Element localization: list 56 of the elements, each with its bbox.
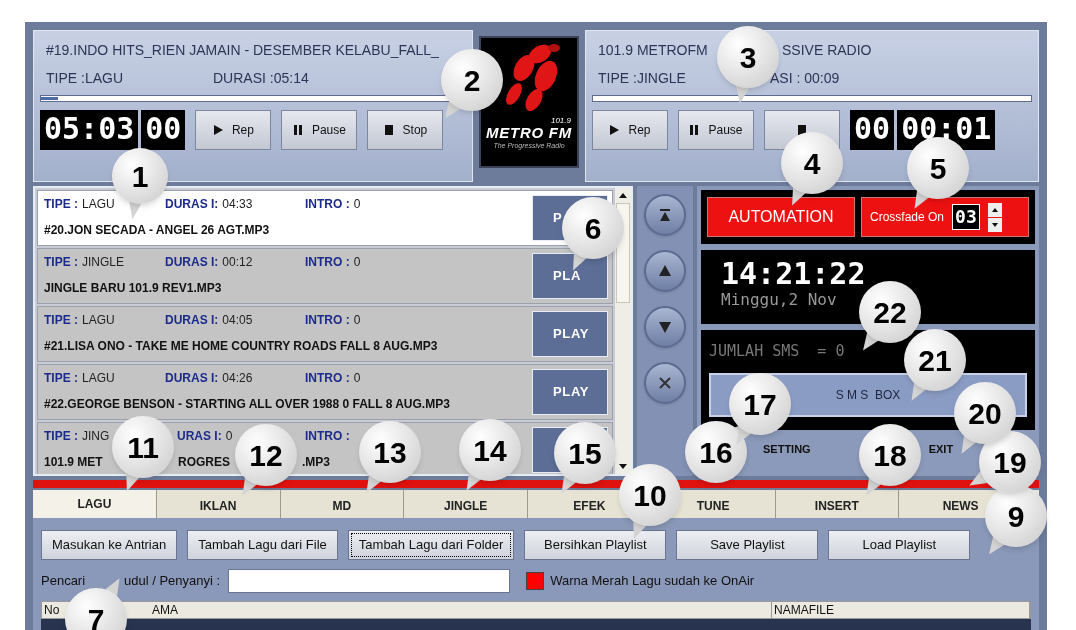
file-name: #22.GEORGE BENSON - STARTING ALL OVER 1988 0 FALL 8 AUG.MP3 [44,397,450,411]
track-type: TIPE :JINGLE [598,68,687,88]
field-label: INTRO : [305,429,350,443]
field-label: INTRO : [305,313,350,327]
field-label: TIPE : [44,197,78,211]
track-title: 101.9 METROFM [598,42,708,58]
field-label: TIPE : [44,313,78,327]
track-duration: 04:26 [222,371,253,385]
track-duration: 00:12 [222,255,253,269]
field-label: TIPE : [44,429,78,443]
field-label: URAS I: [177,429,222,443]
sms-count: JUMLAH SMS = 0 [709,341,845,362]
track-type: LAGU [82,197,115,211]
file-name: 101.9 MET [44,455,103,469]
field-label: TIPE : [44,371,78,385]
file-name: JINGLE BARU 101.9 REV1.MP3 [44,281,222,295]
intro-value: 0 [353,371,361,385]
file-name: #21.LISA ONO - TAKE ME HOME COUNTRY ROADS FALL 8 AUG.MP3 [44,339,438,353]
track-type: JING [82,429,110,443]
intro-value: 0 [353,313,361,327]
time-display: 00 [141,110,186,150]
file-name: .MP3 [302,455,330,469]
intro-value: 0 [353,197,361,211]
track-type: LAGU [82,313,115,327]
file-name: ROGRES [178,455,230,469]
clock-date: Minggu,2 Nov [721,290,838,310]
track-title: #19.INDO HITS_RIEN JAMAIN - DESEMBER KELABU_FALL_ [46,42,439,58]
field-label: DURAS I: [165,313,219,327]
search-label: udul / Penyanyi : [124,572,221,591]
field-label: DURAS I: [165,371,219,385]
time-display: 05:03 [40,110,139,150]
track-duration: 0 [225,429,233,443]
field-label: TIPE : [44,255,78,269]
crossfade-label: Crossfade On [870,209,945,226]
file-name: #20.JON SECADA - ANGEL 26 AGT.MP3 [44,223,270,237]
spin-value: 03 [952,204,980,230]
field-label: DURAS I: [165,197,219,211]
time-display: 00:01 [897,110,996,150]
track-type: TIPE :LAGU [46,68,125,88]
track-title: SSIVE RADIO [782,42,872,58]
track-duration: DURASI :05:14 [213,68,309,88]
field-label: DURAS I: [165,255,219,269]
logo-frequency: 101.9 [550,116,571,125]
track-type: JINGLE [82,255,125,269]
track-duration: ASI : 00:09 [770,68,840,88]
field-label: INTRO : [305,371,350,385]
time-display: 00 [850,110,895,150]
field-label: INTRO : [305,197,350,211]
search-label: Pencari [41,572,87,591]
logo-wordmark: METRO FM [486,125,572,141]
legend-label: Warna Merah Lagu sudah ke OnAir [550,572,755,591]
field-label: INTRO : [305,255,350,269]
intro-value: 0 [353,255,361,269]
track-duration: 04:05 [222,313,253,327]
track-duration: 04:33 [222,197,253,211]
track-type: LAGU [82,371,115,385]
